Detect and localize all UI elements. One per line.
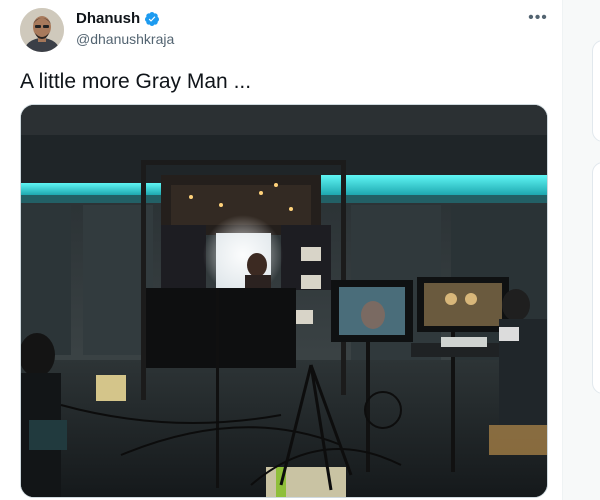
author-handle[interactable]: @dhanushkraja (76, 31, 174, 47)
more-horizontal-icon: ••• (528, 9, 548, 26)
tweet-media-photo[interactable] (20, 104, 548, 498)
behind-the-scenes-photo (21, 105, 547, 497)
sidebar-card (592, 162, 600, 394)
sidebar-card (592, 40, 600, 142)
author-avatar[interactable] (20, 8, 64, 52)
tweet-text: A little more Gray Man ... (20, 70, 252, 93)
author-display-name[interactable]: Dhanush (76, 10, 140, 27)
more-options-button[interactable]: ••• (526, 8, 550, 28)
author-name-row[interactable]: Dhanush (76, 10, 160, 27)
avatar-image (20, 8, 64, 52)
tweet-card[interactable]: Dhanush @dhanushkraja ••• A little more … (0, 0, 563, 500)
verified-badge-icon (144, 11, 160, 27)
